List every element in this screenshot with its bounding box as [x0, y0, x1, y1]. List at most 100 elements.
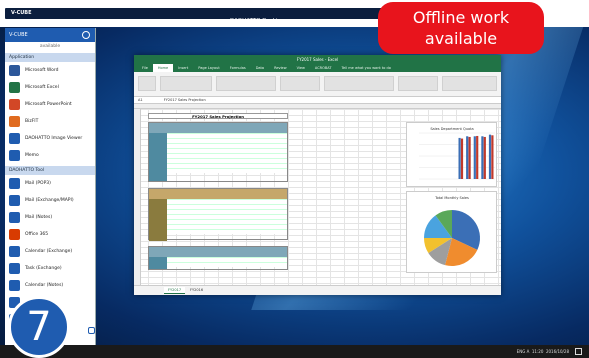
table-row[interactable] [149, 262, 287, 267]
session-title: DAOHATTO Desktop [230, 18, 285, 24]
launcher-item[interactable]: Calendar (Notes) [5, 277, 95, 294]
sales-table-3[interactable] [148, 246, 288, 270]
bar [466, 136, 469, 179]
launcher-item[interactable]: Mail (Notes) [5, 209, 95, 226]
pie-chart-title: Total Monthly Sales [434, 196, 469, 200]
launcher-item-label: BizFIT [25, 119, 39, 124]
ribbon-tab[interactable]: Home [152, 64, 174, 72]
step-number-badge: 7 [8, 296, 70, 358]
bar [476, 135, 479, 179]
ribbon-tab[interactable]: Page Layout [193, 64, 224, 72]
launcher-item-label: Office 365 [25, 232, 49, 237]
bar [488, 134, 492, 179]
name-box[interactable]: A1 [138, 98, 143, 102]
taskbar: ENG A 11:20 2016/10/28 [0, 345, 589, 358]
number-group[interactable] [280, 76, 320, 91]
ribbon-tab[interactable]: Formulas [225, 64, 251, 72]
bar [483, 136, 486, 179]
badge-line-1: Offline work [412, 8, 510, 27]
mail-icon [9, 178, 20, 189]
panel-header: V-CUBE [5, 28, 95, 42]
excel-icon [9, 82, 20, 93]
launcher-item[interactable]: Calendar (Exchange) [5, 243, 95, 260]
calendar-icon [9, 246, 20, 257]
launcher-item-label: Mail (Exchange/MAPI) [25, 198, 74, 203]
excel-title-bar: FY2017 Sales - Excel [134, 55, 501, 64]
panel-section-header[interactable]: DAOHATTO Tool [5, 166, 95, 175]
panel-body: Application Microsoft Word Microsoft Excel… [5, 53, 95, 328]
ribbon-tab[interactable]: File [137, 64, 153, 72]
ribbon-tab[interactable]: Tell me what you want to do [337, 64, 396, 72]
launcher-item[interactable]: BizFIT [5, 113, 95, 130]
row-label-column [149, 133, 167, 181]
launcher-item-label: Calendar (Notes) [25, 283, 64, 288]
panel-header-label: V-CUBE [9, 32, 28, 38]
sales-table-2[interactable] [148, 188, 288, 241]
ribbon-tab[interactable]: View [292, 64, 310, 72]
tray-lang[interactable]: ENG A [517, 349, 530, 354]
settings-icon[interactable] [82, 31, 90, 39]
powerpoint-icon [9, 99, 20, 110]
launcher-item-label: DAOHATTO Image Viewer [25, 136, 83, 141]
formula-text[interactable]: FY2017 Sales Projection [164, 98, 206, 102]
formula-bar[interactable]: A1 FY2017 Sales Projection [134, 97, 501, 104]
notification-icon[interactable] [575, 348, 582, 355]
system-tray[interactable]: ENG A 11:20 2016/10/28 [517, 347, 569, 356]
bar [481, 136, 484, 179]
ribbon-tab[interactable]: Review [269, 64, 292, 72]
bizfit-icon [9, 116, 20, 127]
font-group[interactable] [160, 76, 212, 91]
launcher-item[interactable]: DAOHATTO Image Viewer [5, 130, 95, 147]
launcher-item-label: Mail (POP3) [25, 181, 51, 186]
alignment-group[interactable] [216, 76, 276, 91]
panel-tool-icon[interactable] [88, 327, 95, 334]
ribbon-tabs: File Home Insert Page Layout Formulas Data Rev… [134, 64, 501, 72]
excel-title: FY2017 Sales - Excel [296, 57, 339, 62]
bar-chart[interactable]: Sales Department Quota [406, 122, 497, 187]
bar [458, 137, 461, 179]
paste-button[interactable] [138, 76, 156, 91]
row-headers [134, 109, 141, 285]
desktop: V-CUBE DAOHATTO Desktop Offline work ava… [0, 0, 589, 358]
launcher-item[interactable]: Microsoft Excel [5, 79, 95, 96]
office365-icon [9, 229, 20, 240]
offline-work-badge: Offline work available [378, 2, 544, 54]
sheet-tab-fy2017[interactable]: FY2017 [164, 287, 186, 294]
panel-section-header[interactable]: Application [5, 53, 95, 62]
sheet-table-title[interactable]: FY2017 Sales Projection [148, 113, 288, 119]
ribbon-tab[interactable]: Insert [173, 64, 193, 72]
tray-time[interactable]: 11:20 [532, 349, 544, 354]
editing-group[interactable] [442, 76, 497, 91]
launcher-item-label: Microsoft PowerPoint [25, 102, 72, 107]
mail-icon [9, 212, 20, 223]
launcher-item[interactable]: Mail (POP3) [5, 175, 95, 192]
sheet-tab-fy2016[interactable]: FY2016 [186, 287, 207, 294]
launcher-item-label: Microsoft Word [25, 68, 59, 73]
styles-group[interactable] [324, 76, 394, 91]
launcher-item-label: Task (Exchange) [25, 266, 62, 271]
status-bar: FY2017 FY2016 [134, 285, 501, 295]
launcher-item[interactable]: Office 365 [5, 226, 95, 243]
sales-table-1[interactable] [148, 122, 288, 182]
cells-group[interactable] [398, 76, 438, 91]
launcher-item[interactable]: Memo [5, 147, 95, 164]
bar [468, 136, 471, 179]
launcher-item-label: Memo [25, 153, 39, 158]
ribbon [134, 72, 501, 97]
launcher-item[interactable]: Task (Exchange) [5, 260, 95, 277]
table-row[interactable] [149, 229, 287, 234]
launcher-item-label: Microsoft Excel [25, 85, 59, 90]
pie-chart[interactable]: Total Monthly Sales [406, 191, 497, 273]
tray-date[interactable]: 2016/10/28 [546, 349, 569, 354]
calendar-icon [9, 280, 20, 291]
ribbon-tab[interactable]: Data [251, 64, 269, 72]
table-row[interactable] [149, 168, 287, 173]
bar-chart-title: Sales Department Quota [430, 127, 473, 131]
launcher-item[interactable]: Microsoft PowerPoint [5, 96, 95, 113]
ribbon-tab[interactable]: ACROBAT [310, 64, 337, 72]
image-viewer-icon [9, 133, 20, 144]
excel-window[interactable]: FY2017 Sales - Excel File Home Insert Page … [134, 55, 501, 295]
word-icon [9, 65, 20, 76]
launcher-item[interactable]: Mail (Exchange/MAPI) [5, 192, 95, 209]
launcher-item[interactable]: Microsoft Word [5, 62, 95, 79]
